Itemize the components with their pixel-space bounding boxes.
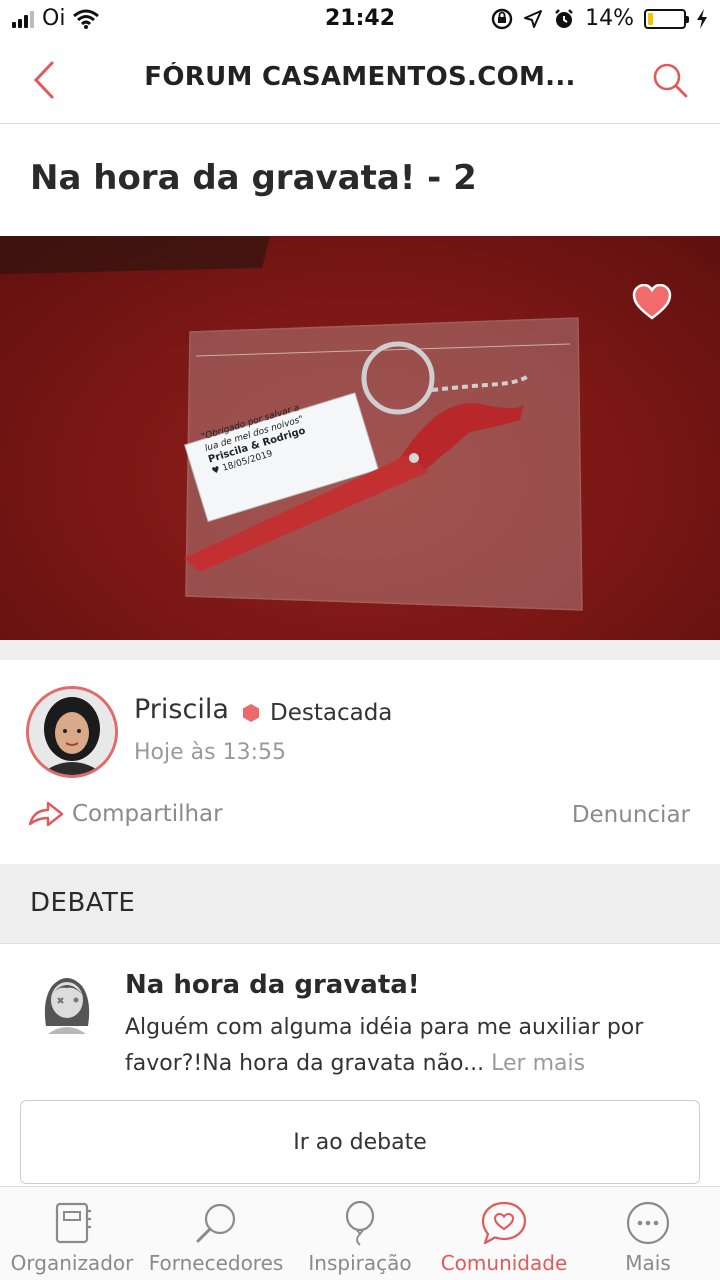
post-photo[interactable]: "Obrigado por salvar a lua de mel dos no…: [0, 236, 720, 640]
alarm-icon: [555, 8, 573, 28]
post-timestamp: Hoje às 13:55: [134, 740, 286, 765]
battery-percent: 14%: [585, 6, 634, 31]
share-button[interactable]: Compartilhar: [28, 800, 223, 828]
share-label: Compartilhar: [72, 801, 223, 827]
debate-section-label: DEBATE: [30, 888, 136, 918]
debate-section-header: DEBATE: [0, 864, 720, 944]
status-bar: Oi 21:42 14%: [0, 0, 720, 40]
status-badge: Destacada: [242, 700, 392, 726]
nav-item-organizador[interactable]: Organizador: [0, 1187, 144, 1280]
nav-label: Comunidade: [440, 1251, 568, 1275]
bottom-navigation: Organizador Fornecedores Inspiração Comu…: [0, 1186, 720, 1280]
nav-label: Fornecedores: [148, 1251, 284, 1275]
avatar-portrait: [29, 689, 115, 775]
rotation-lock-icon: [491, 8, 513, 29]
author-avatar[interactable]: [26, 686, 118, 778]
nav-label: Organizador: [10, 1251, 134, 1275]
badge-label: Destacada: [270, 700, 393, 726]
read-more-link[interactable]: Ler mais: [491, 1051, 585, 1076]
nav-label: Inspiração: [308, 1251, 412, 1275]
magnifier-icon: [196, 1203, 236, 1243]
battery-icon: [644, 8, 689, 29]
share-arrow-icon: [28, 801, 64, 827]
post-title: Na hora da gravata! - 2: [30, 158, 477, 198]
charging-bolt-icon: [697, 8, 707, 29]
nav-label: Mais: [625, 1251, 671, 1275]
nav-item-mais[interactable]: Mais: [576, 1187, 720, 1280]
debate-excerpt: Alguém com alguma idéia para me auxiliar…: [125, 1010, 685, 1082]
chevron-left-icon: [33, 61, 54, 99]
nav-item-inspiracao[interactable]: Inspiração: [288, 1187, 432, 1280]
section-divider: [0, 640, 720, 660]
nav-item-comunidade[interactable]: Comunidade: [432, 1187, 576, 1280]
planner-icon: [55, 1202, 91, 1244]
nav-item-fornecedores[interactable]: Fornecedores: [144, 1187, 288, 1280]
search-button[interactable]: [648, 58, 692, 102]
search-icon: [653, 63, 688, 98]
hexagon-badge-icon: [243, 704, 259, 722]
page-title: FÓRUM CASAMENTOS.COM...: [144, 62, 576, 92]
more-icon: [626, 1201, 670, 1245]
chat-heart-icon: [481, 1201, 527, 1245]
favorite-heart-icon[interactable]: [632, 284, 672, 320]
back-button[interactable]: [22, 58, 66, 102]
status-icons: 14%: [491, 6, 708, 31]
debate-title[interactable]: Na hora da gravata!: [125, 970, 420, 1000]
keychain-photo-illustration: [0, 236, 583, 611]
app-header: FÓRUM CASAMENTOS.COM...: [0, 40, 720, 124]
balloon-icon: [345, 1200, 375, 1246]
author-name[interactable]: Priscila: [134, 694, 229, 725]
report-button[interactable]: Denunciar: [572, 802, 690, 828]
go-to-debate-button[interactable]: Ir ao debate: [20, 1100, 700, 1184]
default-user-avatar-icon: [44, 978, 90, 1034]
location-icon: [524, 9, 543, 28]
